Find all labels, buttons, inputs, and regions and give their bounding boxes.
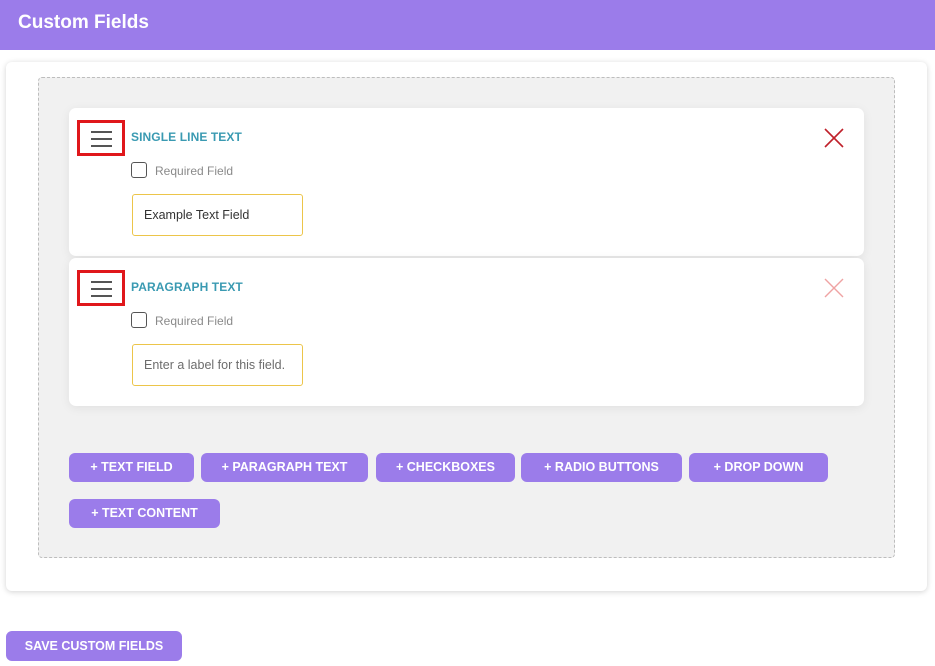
drag-handle-icon[interactable]: [77, 270, 125, 306]
add-drop-down-button[interactable]: + DROP DOWN: [689, 453, 828, 482]
field-label-input[interactable]: Enter a label for this field.: [132, 344, 303, 386]
required-field-label: Required Field: [155, 164, 234, 178]
close-icon[interactable]: [822, 276, 846, 300]
field-type-label: PARAGRAPH TEXT: [131, 280, 243, 294]
add-text-content-button[interactable]: + TEXT CONTENT: [69, 499, 220, 528]
field-label-input[interactable]: Example Text Field: [132, 194, 303, 236]
add-checkboxes-button[interactable]: + CHECKBOXES: [376, 453, 515, 482]
field-type-label: SINGLE LINE TEXT: [131, 130, 242, 144]
drag-handle-icon[interactable]: [77, 120, 125, 156]
header-bar: Custom Fields: [0, 0, 935, 50]
required-field-label: Required Field: [155, 314, 234, 328]
add-paragraph-text-button[interactable]: + PARAGRAPH TEXT: [201, 453, 368, 482]
page-title: Custom Fields: [18, 12, 149, 33]
save-custom-fields-button[interactable]: SAVE CUSTOM FIELDS: [6, 631, 182, 661]
close-icon[interactable]: [822, 126, 846, 150]
required-checkbox[interactable]: [131, 312, 147, 328]
add-text-field-button[interactable]: + TEXT FIELD: [69, 453, 194, 482]
required-checkbox[interactable]: [131, 162, 147, 178]
field-card-paragraph-text: PARAGRAPH TEXT Required Field Enter a la…: [69, 258, 864, 406]
field-card-single-line-text: SINGLE LINE TEXT Required Field Example …: [69, 108, 864, 256]
add-radio-buttons-button[interactable]: + RADIO BUTTONS: [521, 453, 682, 482]
